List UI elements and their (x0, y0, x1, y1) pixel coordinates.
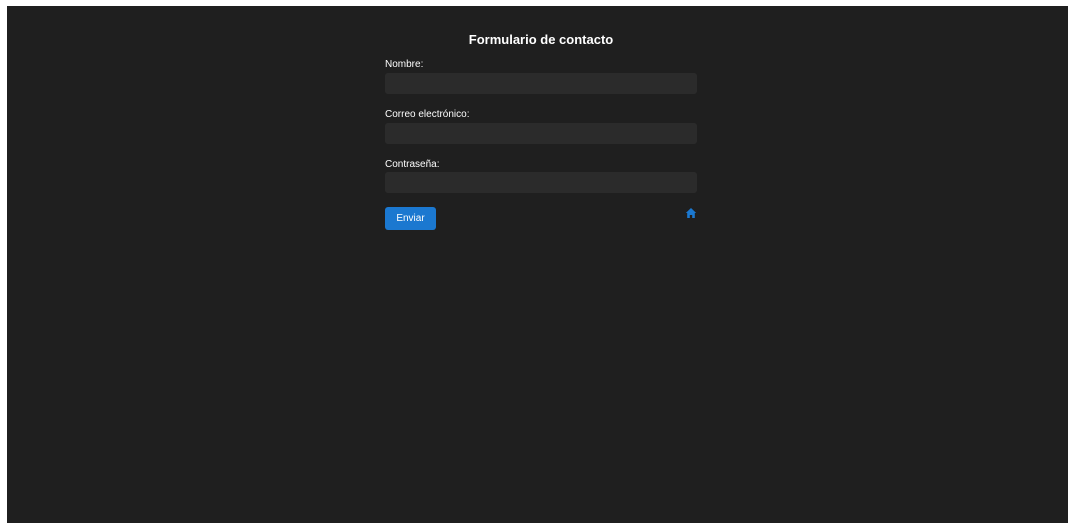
page-viewport: Formulario de contacto Nombre: Correo el… (7, 6, 1068, 523)
submit-button[interactable]: Enviar (385, 207, 436, 230)
name-label: Nombre: (385, 59, 424, 70)
password-label: Contraseña: (385, 159, 440, 170)
home-link[interactable] (685, 206, 697, 218)
name-input[interactable] (385, 73, 697, 94)
form-title: Formulario de contacto (468, 32, 614, 47)
home-icon (685, 208, 697, 218)
email-label: Correo electrónico: (385, 109, 470, 120)
password-input[interactable] (385, 172, 697, 193)
email-input[interactable] (385, 123, 697, 144)
